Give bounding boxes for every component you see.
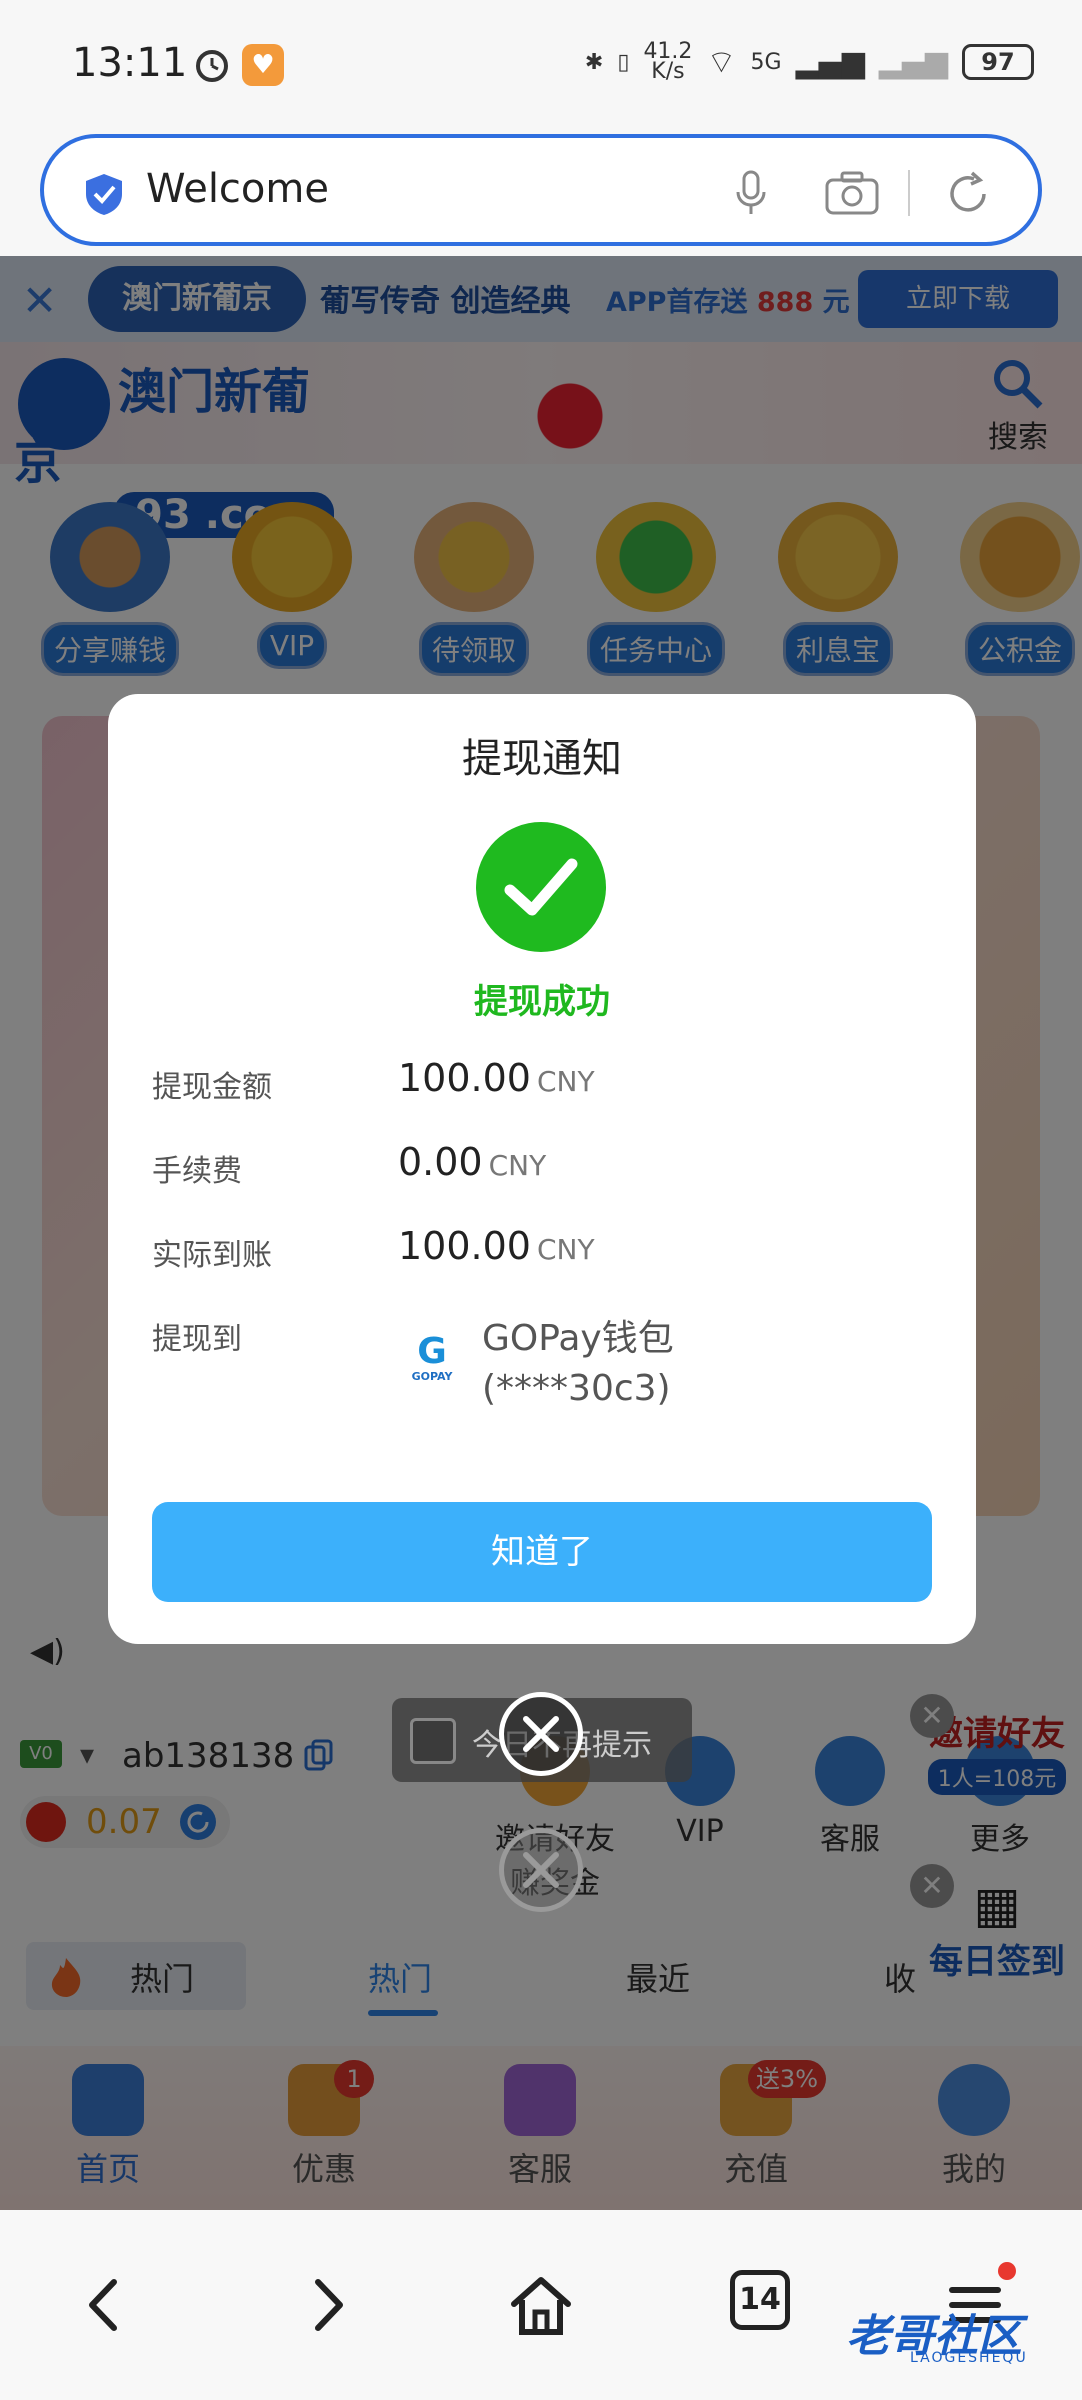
signal-2-icon: ▂▄▆ <box>878 44 948 80</box>
watermark-sub: LAOGESHEQU <box>910 2350 1028 2366</box>
got-it-button[interactable]: 知道了 <box>152 1502 932 1602</box>
net-speed-unit: K/s <box>651 59 685 84</box>
browser-toolbar: Welcome <box>0 130 1082 256</box>
amount-number: 100.00 <box>398 1056 531 1100</box>
banner-close-button[interactable] <box>499 1828 583 1912</box>
wallet-account: (****30c3) <box>482 1368 671 1409</box>
amount-value: 100.00 CNY <box>398 1056 595 1100</box>
signal-label: 5G <box>750 49 782 75</box>
fee-number: 0.00 <box>398 1140 483 1184</box>
dialog-title: 提现通知 <box>462 736 622 782</box>
tabs-button[interactable]: 14 <box>730 2270 790 2330</box>
gopay-logo-text: GOPAY <box>411 1370 453 1383</box>
bluetooth-icon: ✱ <box>584 49 604 75</box>
received-label: 实际到账 <box>152 1238 272 1273</box>
app-notification-icon: ♥ <box>242 44 284 86</box>
net-speed: 41.2 K/s <box>643 41 692 84</box>
gopay-logo-icon: G GOPAY <box>404 1334 460 1390</box>
menu-notification-dot <box>998 2262 1016 2280</box>
back-icon[interactable] <box>70 2270 140 2340</box>
wifi-icon: ⌔ <box>706 43 737 81</box>
address-bar[interactable]: Welcome <box>40 134 1042 246</box>
status-text: 提现成功 <box>474 982 610 1022</box>
no-remind-checkbox[interactable] <box>410 1718 456 1764</box>
reload-icon[interactable] <box>944 170 992 218</box>
close-icon <box>523 1852 559 1888</box>
fee-unit: CNY <box>488 1149 547 1182</box>
battery-icon: 97 <box>962 44 1034 80</box>
wallet-name: GOPay钱包 <box>482 1318 674 1359</box>
signal-icon: ▂▄▆ <box>795 44 865 80</box>
received-value: 100.00 CNY <box>398 1224 595 1268</box>
wallet-info: GOPay钱包 (****30c3) <box>482 1314 674 1414</box>
address-text: Welcome <box>146 166 329 212</box>
alarm-icon <box>196 50 228 82</box>
amount-unit: CNY <box>536 1065 595 1098</box>
success-check-icon <box>476 822 606 952</box>
withdraw-notice-dialog: 提现通知 提现成功 提现金额 100.00 CNY 手续费 0.00 CNY 实际到… <box>108 694 976 1644</box>
fee-label: 手续费 <box>152 1154 242 1189</box>
camera-icon[interactable] <box>824 170 880 216</box>
dialog-close-button[interactable] <box>499 1692 583 1776</box>
close-icon <box>523 1716 559 1752</box>
amount-label: 提现金额 <box>152 1070 272 1105</box>
vibrate-icon: ▯ <box>617 49 630 75</box>
address-divider <box>908 170 910 216</box>
status-indicators: ✱ ▯ 41.2 K/s ⌔ 5G ▂▄▆ ▂▄▆ 97 <box>584 41 1034 84</box>
home-icon[interactable] <box>506 2270 576 2340</box>
microphone-icon[interactable] <box>726 168 776 218</box>
received-number: 100.00 <box>398 1224 531 1268</box>
received-unit: CNY <box>536 1233 595 1266</box>
shield-icon <box>86 174 122 215</box>
status-bar: 13:11 ♥ ✱ ▯ 41.2 K/s ⌔ 5G ▂▄▆ ▂▄▆ 97 <box>0 0 1082 130</box>
status-time: 13:11 <box>72 40 188 86</box>
destination-label: 提现到 <box>152 1322 242 1357</box>
fee-value: 0.00 CNY <box>398 1140 546 1184</box>
forward-icon[interactable] <box>292 2270 362 2340</box>
